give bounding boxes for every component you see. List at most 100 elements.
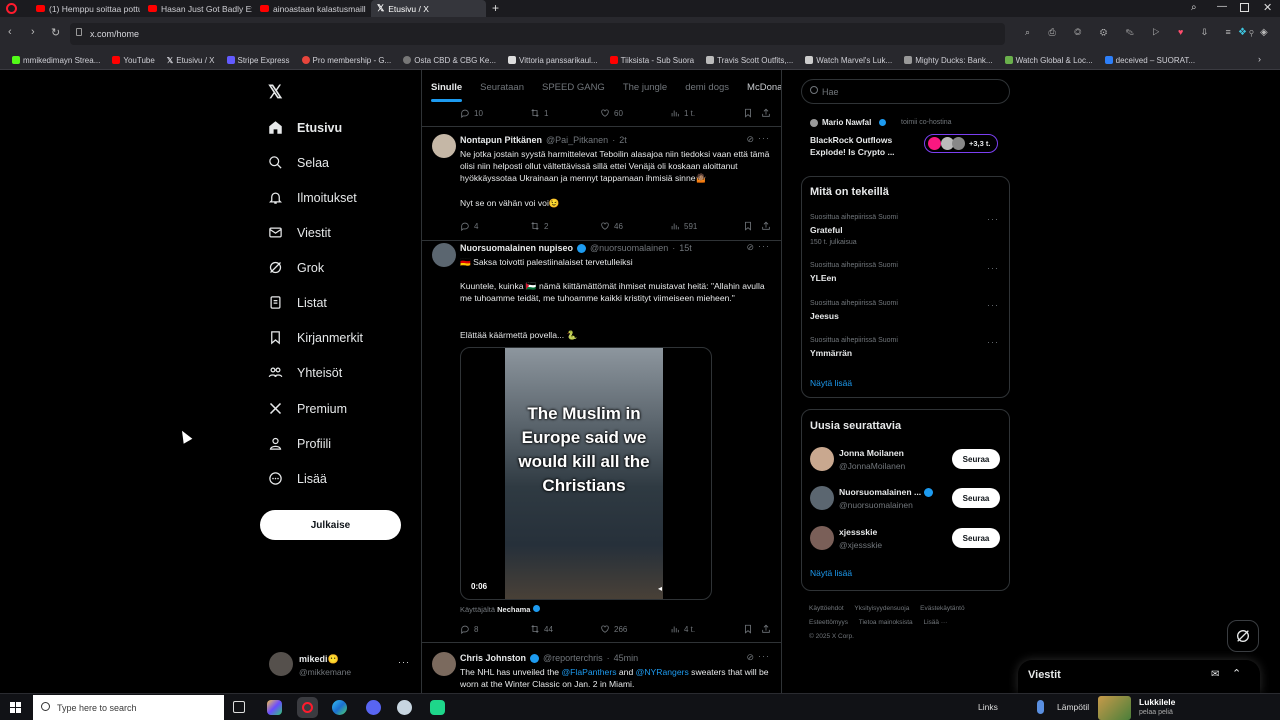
tweet-time[interactable]: 15t (679, 243, 692, 253)
bookmark-item[interactable]: 𝕏 Etusivu / X (163, 56, 219, 65)
host-name[interactable]: Mario Nawfal (822, 118, 871, 127)
trend-item[interactable]: Grateful (810, 225, 843, 235)
tweet-more-icon[interactable]: ··· (758, 133, 770, 143)
mute-icon[interactable]: ◂ (658, 584, 662, 593)
tweet-more-icon[interactable]: ··· (758, 651, 770, 661)
suggested-user-name[interactable]: Nuorsuomalainen ... (839, 487, 934, 497)
trend-item[interactable]: Jeesus (810, 311, 839, 321)
tweet[interactable]: Chris Johnston @reporterchris · 45min ⊘ … (422, 643, 781, 693)
footer-link[interactable]: Käyttöehdot (809, 605, 844, 612)
trend-more-icon[interactable]: ··· (987, 263, 999, 273)
post-button[interactable]: Julkaise (260, 510, 401, 540)
reload-button[interactable]: ↻ (51, 26, 60, 39)
repost-button[interactable]: 2 (530, 221, 548, 231)
taskbar-app-icon[interactable] (267, 700, 282, 715)
tweet[interactable]: Nuorsuomalainen nupiseo @nuorsuomalainen… (422, 241, 781, 643)
footer-link[interactable]: Evästekäytäntö (920, 605, 964, 612)
browser-tab[interactable]: (1) Hemppu soittaa pottu (30, 0, 140, 17)
bookmark-item[interactable]: Mighty Ducks: Bank... (900, 56, 996, 65)
nav-communities[interactable]: Yhteisöt (268, 365, 342, 380)
share-button[interactable] (761, 108, 771, 118)
tweet-time[interactable]: 45min (614, 653, 639, 663)
show-more-link[interactable]: Näytä lisää (810, 378, 852, 388)
taskbar-app-icon[interactable] (430, 700, 445, 715)
nav-lists[interactable]: Listat (268, 295, 327, 310)
nav-premium[interactable]: Premium (268, 401, 347, 416)
nav-notifications[interactable]: Ilmoitukset (268, 190, 357, 205)
close-window-button[interactable]: ✕ (1263, 1, 1272, 14)
discord-icon[interactable] (366, 700, 381, 715)
browser-tab[interactable]: Hasan Just Got Badly Exp (142, 0, 252, 17)
aria-icon[interactable]: ❖ (1238, 27, 1247, 38)
like-button[interactable]: 266 (600, 624, 627, 634)
trend-item[interactable]: YLEen (810, 273, 836, 283)
bookmarks-overflow-icon[interactable]: › (1258, 54, 1261, 64)
repost-button[interactable]: 44 (530, 624, 553, 634)
space-title[interactable]: BlackRock Outflows Explode! Is Crypto ..… (810, 134, 920, 158)
avatar[interactable] (269, 652, 293, 676)
tweet-more-icon[interactable]: ··· (758, 241, 770, 251)
tweet-time[interactable]: 2t (619, 135, 627, 145)
tab-following[interactable]: Seurataan (471, 70, 533, 104)
grok-explain-icon[interactable]: ⊘ (746, 134, 754, 145)
reply-button[interactable]: 4 (460, 221, 478, 231)
tweet[interactable]: Nontapun Pitkänen @Pai_Pitkanen · 2t ⊘ ·… (422, 127, 781, 241)
mention-link[interactable]: @NYRangers (636, 667, 689, 677)
tab-list[interactable]: demi dogs (676, 70, 738, 104)
live-space-card[interactable]: Mario Nawfal toimii co-hostina BlackRock… (809, 117, 1004, 161)
views-button[interactable]: 4 t. (670, 624, 695, 634)
nav-grok[interactable]: Grok (268, 260, 324, 275)
nav-more[interactable]: Lisää (268, 471, 327, 486)
bookmark-item[interactable]: Travis Scott Outfits,... (702, 56, 797, 65)
avatar[interactable] (810, 447, 834, 471)
follow-button[interactable]: Seuraa (952, 528, 1000, 548)
trend-more-icon[interactable]: ··· (987, 300, 999, 310)
footer-link[interactable]: Yksityisyydensuoja (854, 605, 909, 612)
listeners-pill[interactable]: +3,3 t. (924, 134, 998, 153)
like-button[interactable]: 46 (600, 221, 623, 231)
author-name[interactable]: Nuorsuomalainen nupiseo (460, 243, 573, 253)
bookmark-button[interactable] (743, 221, 753, 231)
tab-list[interactable]: McDonal (738, 70, 781, 104)
tab-for-you[interactable]: Sinulle (422, 70, 471, 104)
bookmark-button[interactable] (743, 624, 753, 634)
search-input[interactable]: Hae (801, 79, 1010, 104)
share-button[interactable] (761, 221, 771, 231)
tab-list[interactable]: SPEED GANG (533, 70, 614, 104)
grok-explain-icon[interactable]: ⊘ (746, 242, 754, 253)
game-thumbnail[interactable] (1098, 696, 1131, 720)
new-message-icon[interactable]: ✉ (1211, 669, 1219, 680)
views-button[interactable]: 1 t. (670, 108, 695, 118)
avatar[interactable] (432, 243, 456, 267)
browser-tab-active[interactable]: 𝕏 Etusivu / X (371, 0, 486, 17)
bookmark-item[interactable]: Pro membership - G... (298, 56, 396, 65)
suggested-user-name[interactable]: xjessskie (839, 527, 877, 537)
footer-link[interactable]: Esteettömyys (809, 619, 848, 626)
grok-explain-icon[interactable]: ⊘ (746, 652, 754, 663)
maximize-button[interactable] (1240, 3, 1249, 12)
trend-more-icon[interactable]: ··· (987, 214, 999, 224)
taskbar-search-input[interactable]: Type here to search (33, 695, 224, 720)
trend-more-icon[interactable]: ··· (987, 337, 999, 347)
author-handle[interactable]: @nuorsuomalainen (590, 243, 668, 253)
reply-button[interactable]: 10 (460, 108, 483, 118)
new-tab-button[interactable]: + (492, 1, 499, 15)
like-button[interactable]: 60 (600, 108, 623, 118)
repost-button[interactable]: 1 (530, 108, 548, 118)
avatar[interactable] (432, 652, 456, 676)
expand-drawer-icon[interactable]: ⌃ (1232, 667, 1241, 680)
opera-logo-icon[interactable] (6, 3, 17, 14)
browser-extension-icons[interactable]: ⌕ ⎙ ◎ ⚙ ✎ ▷ ♥ ⇩ ≡ ⚲ (1025, 27, 1262, 38)
footer-link[interactable]: Lisää ··· (923, 619, 947, 626)
tab-list[interactable]: The jungle (614, 70, 676, 104)
author-name[interactable]: Chris Johnston (460, 653, 526, 663)
avatar[interactable] (432, 134, 456, 158)
bookmark-item[interactable]: Tiiksista - Sub Suora (606, 56, 699, 65)
bookmark-item[interactable]: Stripe Express (223, 56, 294, 65)
messages-drawer[interactable]: Viestit ✉ ⌃ (1018, 660, 1260, 693)
bookmark-item[interactable]: mmikedimayn Strea... (8, 56, 104, 65)
windows-start-icon[interactable] (10, 702, 21, 713)
bookmark-item[interactable]: YouTube (108, 56, 158, 65)
bookmark-item[interactable]: Watch Marvel's Luk... (801, 56, 896, 65)
game-title[interactable]: Lukkilele (1139, 697, 1175, 707)
